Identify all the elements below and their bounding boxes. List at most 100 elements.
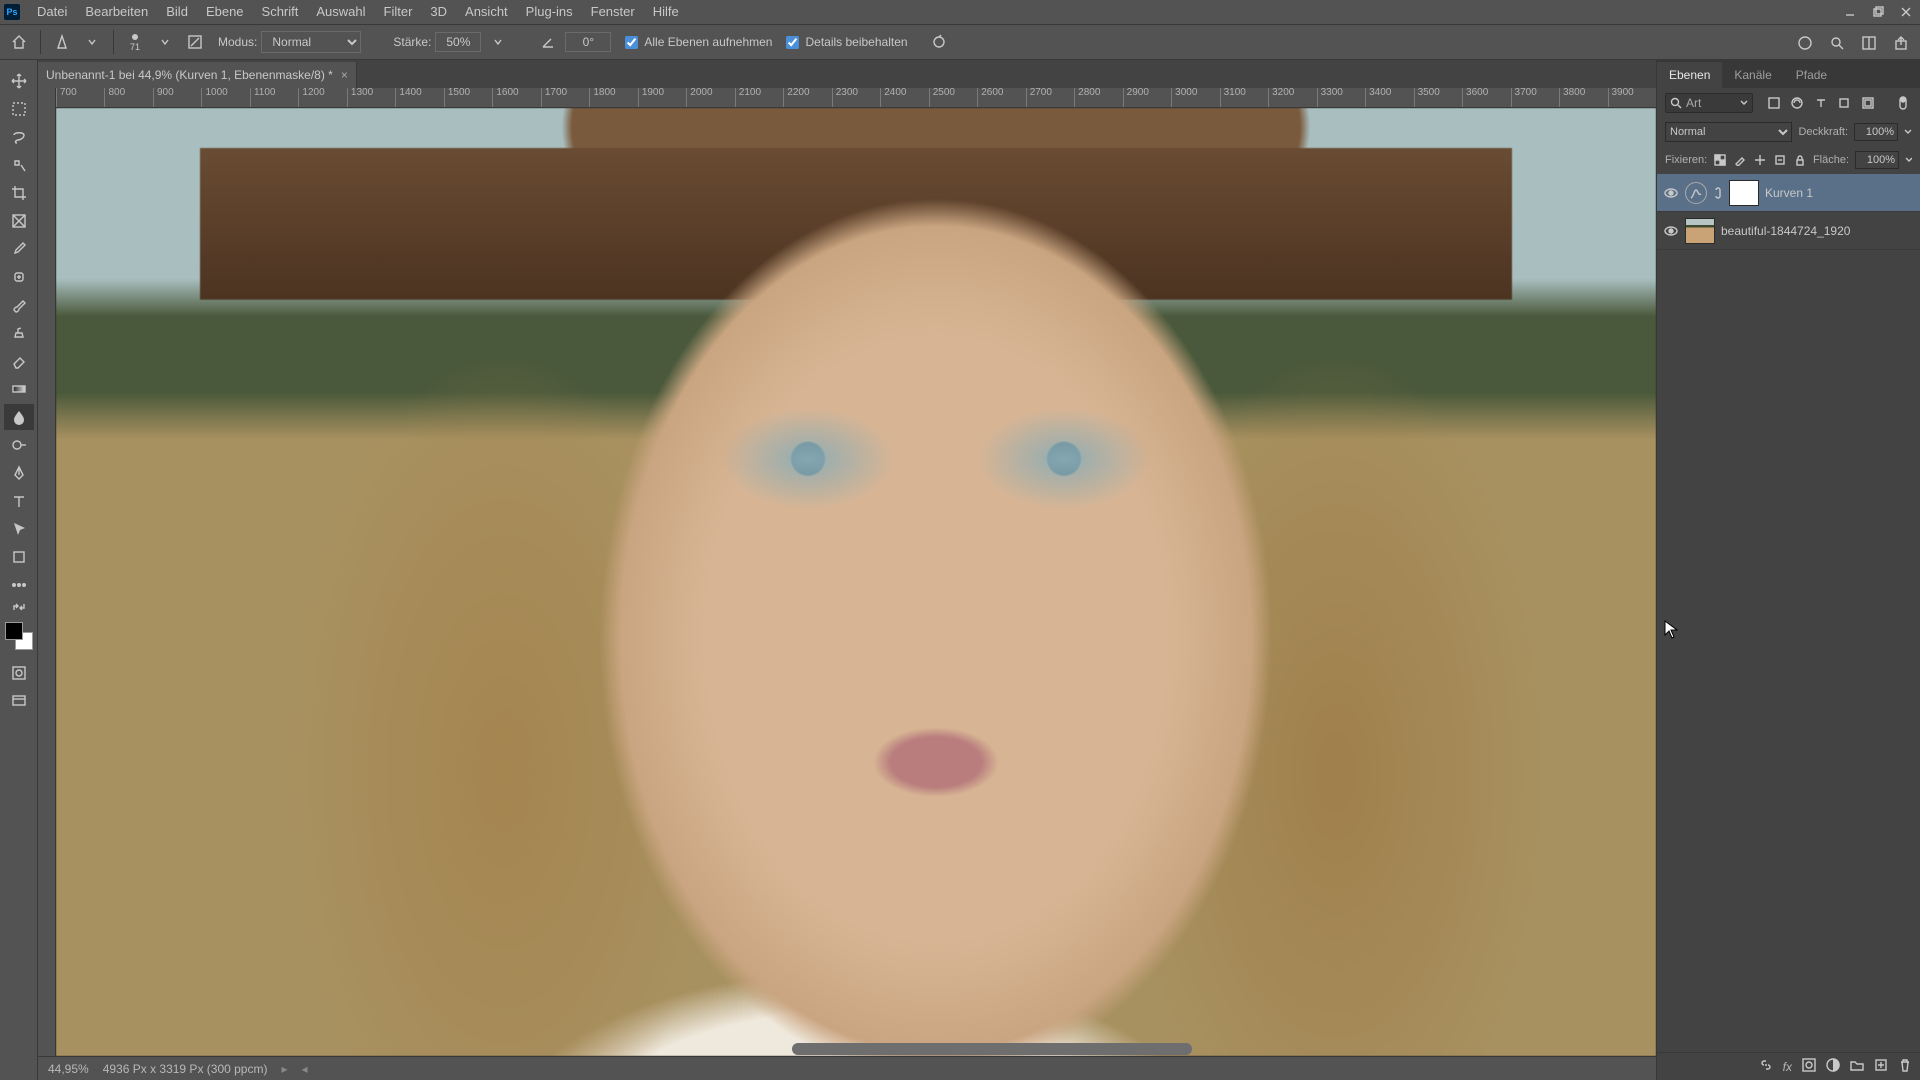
adjustment-thumb[interactable] [1685, 182, 1707, 204]
protect-detail-checkbox[interactable]: Details beibehalten [786, 35, 907, 49]
marquee-tool[interactable] [4, 96, 34, 122]
brush-tool[interactable] [4, 292, 34, 318]
layer-visibility-icon[interactable] [1663, 223, 1679, 239]
more-tools[interactable] [4, 572, 34, 598]
filter-type-icon[interactable] [1812, 94, 1830, 112]
brush-preset-picker[interactable]: 71 [122, 29, 148, 55]
quick-mask-button[interactable] [4, 660, 34, 686]
layer-row[interactable]: beautiful-1844724_1920 [1657, 212, 1920, 250]
switch-colors-icon[interactable] [4, 600, 34, 614]
path-select-tool[interactable] [4, 516, 34, 542]
color-swatches[interactable] [5, 622, 33, 650]
lasso-tool[interactable] [4, 124, 34, 150]
arrange-documents-button[interactable] [1856, 30, 1882, 56]
layer-visibility-icon[interactable] [1663, 185, 1679, 201]
move-tool[interactable] [4, 68, 34, 94]
canvas-h-scrollbar[interactable] [56, 1042, 1656, 1056]
pen-tool[interactable] [4, 460, 34, 486]
cloud-docs-button[interactable] [1792, 30, 1818, 56]
filter-smart-icon[interactable] [1859, 94, 1877, 112]
window-close-button[interactable] [1892, 0, 1920, 24]
angle-input[interactable] [565, 32, 611, 52]
filter-shape-icon[interactable] [1836, 94, 1854, 112]
lock-paint-icon[interactable] [1733, 152, 1747, 168]
crop-tool[interactable] [4, 180, 34, 206]
layer-filter-type[interactable]: Art [1665, 93, 1753, 113]
fill-dropdown-icon[interactable] [1905, 156, 1912, 164]
current-tool-icon[interactable] [49, 29, 75, 55]
menu-bearbeiten[interactable]: Bearbeiten [76, 0, 157, 24]
mode-select[interactable]: Normal [261, 31, 361, 53]
menu-ansicht[interactable]: Ansicht [456, 0, 517, 24]
search-button[interactable] [1824, 30, 1850, 56]
home-button[interactable] [6, 29, 32, 55]
add-mask-icon[interactable] [1802, 1058, 1816, 1075]
status-prev-icon[interactable]: ◂ [302, 1062, 308, 1076]
close-tab-icon[interactable]: × [341, 68, 348, 82]
new-layer-icon[interactable] [1874, 1058, 1888, 1075]
brush-settings-button[interactable] [182, 29, 208, 55]
menu-datei[interactable]: Datei [28, 0, 76, 24]
window-minimize-button[interactable] [1836, 0, 1864, 24]
horizontal-ruler[interactable]: 7008009001000110012001300140015001600170… [56, 88, 1656, 108]
menu-schrift[interactable]: Schrift [253, 0, 308, 24]
protect-detail-input[interactable] [786, 36, 799, 49]
layer-name[interactable]: beautiful-1844724_1920 [1721, 224, 1850, 238]
opacity-input[interactable] [1854, 123, 1898, 141]
quick-select-tool[interactable] [4, 152, 34, 178]
menu-bild[interactable]: Bild [157, 0, 197, 24]
opacity-dropdown-icon[interactable] [1904, 128, 1912, 136]
scrollbar-thumb[interactable] [792, 1043, 1192, 1055]
sample-all-layers-checkbox[interactable]: Alle Ebenen aufnehmen [625, 35, 772, 49]
strength-input[interactable] [435, 32, 481, 52]
menu-plug-ins[interactable]: Plug-ins [517, 0, 582, 24]
zoom-level[interactable]: 44,95% [48, 1062, 89, 1076]
tab-channels[interactable]: Kanäle [1722, 62, 1783, 88]
angle-icon[interactable] [535, 29, 561, 55]
layer-thumb[interactable] [1685, 218, 1715, 244]
pressure-size-button[interactable] [926, 29, 952, 55]
menu-3d[interactable]: 3D [421, 0, 456, 24]
lock-all-icon[interactable] [1793, 152, 1807, 168]
foreground-color-swatch[interactable] [5, 622, 23, 640]
frame-tool[interactable] [4, 208, 34, 234]
menu-auswahl[interactable]: Auswahl [307, 0, 374, 24]
fill-input[interactable] [1855, 151, 1899, 169]
new-adjustment-icon[interactable] [1826, 1058, 1840, 1075]
menu-ebene[interactable]: Ebene [197, 0, 253, 24]
filter-toggle[interactable] [1895, 94, 1913, 112]
sample-all-layers-input[interactable] [625, 36, 638, 49]
window-restore-button[interactable] [1864, 0, 1892, 24]
delete-layer-icon[interactable] [1898, 1058, 1912, 1075]
screen-mode-button[interactable] [4, 688, 34, 714]
blur-tool[interactable] [4, 404, 34, 430]
layer-row[interactable]: Kurven 1 [1657, 174, 1920, 212]
share-button[interactable] [1888, 30, 1914, 56]
tab-layers[interactable]: Ebenen [1657, 62, 1722, 88]
layer-fx-icon[interactable]: fx [1783, 1060, 1792, 1074]
layer-mask-thumb[interactable] [1729, 180, 1759, 206]
lock-artboard-icon[interactable] [1773, 152, 1787, 168]
lock-pixels-icon[interactable] [1713, 152, 1727, 168]
type-tool[interactable] [4, 488, 34, 514]
document-tab[interactable]: Unbenannt-1 bei 44,9% (Kurven 1, Ebenenm… [38, 62, 357, 88]
blend-mode-select[interactable]: Normal [1665, 122, 1792, 142]
status-flyout-icon[interactable]: ▸ [281, 1062, 287, 1076]
brush-preset-dropdown[interactable] [152, 29, 178, 55]
lock-position-icon[interactable] [1753, 152, 1767, 168]
menu-filter[interactable]: Filter [375, 0, 422, 24]
link-layers-icon[interactable] [1759, 1058, 1773, 1075]
tool-preset-dropdown[interactable] [79, 29, 105, 55]
eraser-tool[interactable] [4, 348, 34, 374]
menu-hilfe[interactable]: Hilfe [644, 0, 688, 24]
shape-tool[interactable] [4, 544, 34, 570]
eyedropper-tool[interactable] [4, 236, 34, 262]
document-canvas[interactable] [56, 108, 1656, 1056]
clone-stamp-tool[interactable] [4, 320, 34, 346]
vertical-ruler[interactable] [38, 88, 56, 1056]
new-group-icon[interactable] [1850, 1058, 1864, 1075]
dodge-tool[interactable] [4, 432, 34, 458]
filter-adjust-icon[interactable] [1789, 94, 1807, 112]
menu-fenster[interactable]: Fenster [582, 0, 644, 24]
strength-dropdown[interactable] [485, 29, 511, 55]
